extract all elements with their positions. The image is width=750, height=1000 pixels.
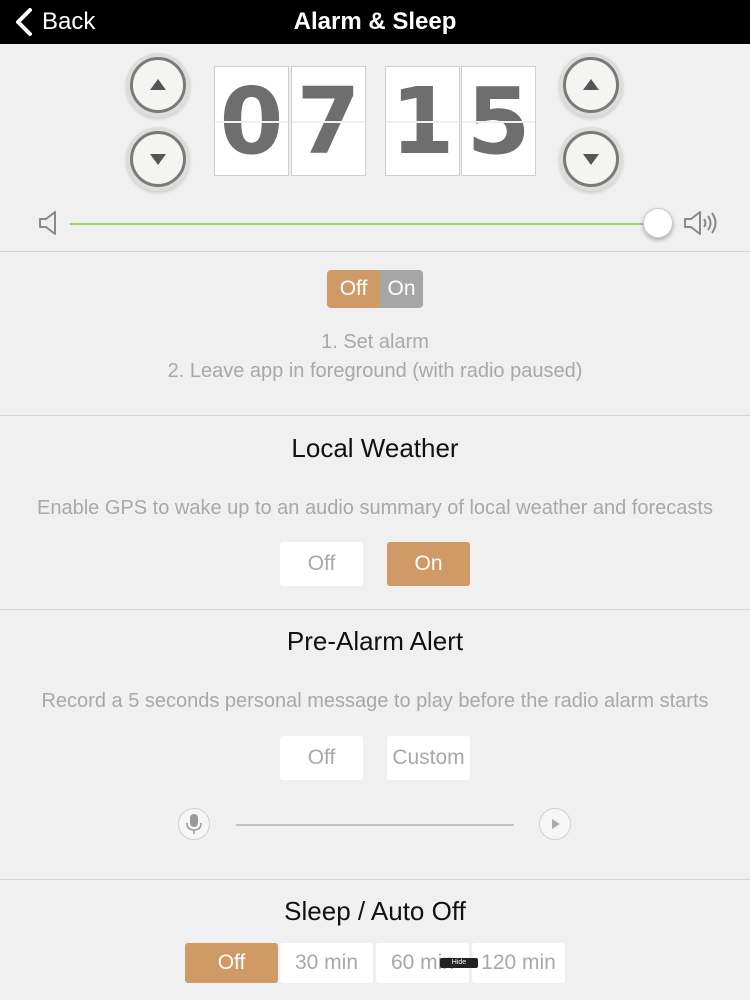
weather-off-button[interactable]: Off — [280, 542, 363, 586]
sleep-120-button[interactable]: 120 min — [472, 943, 565, 983]
play-icon — [552, 819, 560, 829]
minute-tens-digit: 1 — [385, 66, 460, 176]
navbar: Back Alarm & Sleep — [0, 0, 750, 44]
hour-up-button[interactable] — [130, 57, 186, 113]
play-recording-button[interactable] — [539, 808, 571, 840]
hour-down-button[interactable] — [130, 131, 186, 187]
divider — [0, 251, 750, 252]
weather-on-button[interactable]: On — [387, 542, 470, 586]
local-weather-description: Enable GPS to wake up to an audio summar… — [37, 497, 713, 519]
pre-alarm-off-button[interactable]: Off — [280, 736, 363, 780]
divider — [0, 415, 750, 416]
minute-down-button[interactable] — [563, 131, 619, 187]
microphone-icon — [186, 814, 202, 834]
sleep-title: Sleep / Auto Off — [284, 896, 466, 926]
sleep-off-button[interactable]: Off — [185, 943, 278, 983]
minute-up-button[interactable] — [563, 57, 619, 113]
hour-ones-digit: 7 — [291, 66, 366, 176]
speaker-low-icon — [39, 211, 56, 235]
hour-tens-digit: 0 — [214, 66, 289, 176]
hide-tooltip[interactable]: Hide — [440, 958, 478, 968]
sleep-30-button[interactable]: 30 min — [280, 943, 373, 983]
alarm-on-option[interactable]: On — [380, 270, 423, 308]
pre-alarm-title: Pre-Alarm Alert — [286, 626, 464, 656]
arrow-up-icon — [583, 79, 599, 90]
alarm-off-option[interactable]: Off — [327, 270, 380, 308]
record-button[interactable] — [178, 808, 210, 840]
arrow-down-icon — [150, 154, 166, 165]
instruction-line-2: 2. Leave app in foreground (with radio p… — [167, 360, 583, 382]
volume-slider-track[interactable] — [70, 223, 658, 225]
local-weather-title: Local Weather — [291, 433, 459, 463]
minute-ones-digit: 5 — [461, 66, 536, 176]
speaker-high-icon — [684, 211, 717, 235]
pre-alarm-custom-button[interactable]: Custom — [387, 736, 470, 780]
divider — [0, 609, 750, 610]
divider — [0, 879, 750, 880]
page-title: Alarm & Sleep — [293, 8, 457, 35]
arrow-up-icon — [150, 79, 166, 90]
arrow-down-icon — [583, 154, 599, 165]
alarm-toggle[interactable]: Off On — [327, 270, 423, 308]
volume-slider-knob[interactable] — [643, 208, 673, 238]
recording-progress-track — [236, 824, 514, 826]
instruction-line-1: 1. Set alarm — [321, 331, 429, 353]
pre-alarm-description: Record a 5 seconds personal message to p… — [41, 690, 709, 712]
